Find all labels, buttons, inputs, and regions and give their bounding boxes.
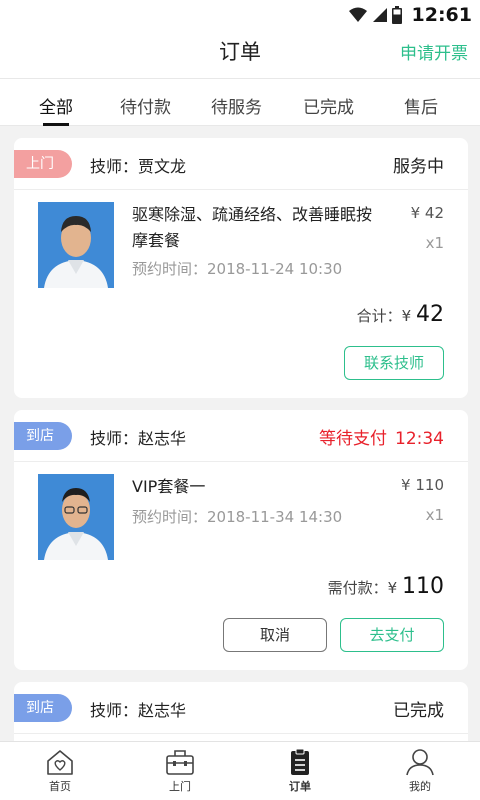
item-price: ¥ 110: [401, 476, 444, 494]
tabbar-label: 我的: [409, 780, 431, 793]
order-item[interactable]: VIP套餐一 预约时间：2018-11-34 14:30 ¥ 110 x1: [14, 462, 468, 572]
order-card-header: 到店 技师：赵志华 等待支付 12:34: [14, 410, 468, 462]
signal-icon: [372, 8, 387, 22]
order-total: 需付款：¥ 110: [328, 574, 444, 599]
item-name: VIP套餐一: [132, 477, 206, 496]
order-status: 已完成: [393, 701, 444, 721]
item-quantity: x1: [425, 234, 444, 252]
tabbar-label: 上门: [169, 780, 191, 793]
item-price: ¥ 42: [410, 204, 444, 222]
tab-completed[interactable]: 已完成: [303, 93, 354, 118]
clipboard-icon: [291, 748, 309, 775]
user-icon: [406, 749, 434, 776]
payment-countdown: 12:34: [395, 429, 444, 449]
tabbar-label: 首页: [49, 780, 71, 793]
total-amount: 110: [402, 574, 444, 599]
item-name: 驱寒除湿、疏通经络、改善睡眠按摩套餐: [132, 205, 373, 250]
pay-button[interactable]: 去支付: [340, 618, 444, 652]
appointment-time: 预约时间：2018-11-24 10:30: [132, 260, 343, 278]
tabbar-item-orders[interactable]: 订单: [270, 748, 330, 794]
status-bar: 12:61: [0, 0, 480, 30]
service-type-badge: 到店: [14, 422, 72, 450]
technician-name: 技师：赵志华: [90, 429, 187, 448]
order-card[interactable]: 上门 技师：贾文龙 服务中 驱寒除湿、疏通经络、改善睡眠按摩套餐 预约时间：20…: [14, 138, 468, 398]
order-item[interactable]: 驱寒除湿、疏通经络、改善睡眠按摩套餐 预约时间：2018-11-24 10:30…: [14, 190, 468, 300]
tabbar-item-home-service[interactable]: 上门: [150, 748, 210, 794]
technician-name: 技师：赵志华: [90, 701, 187, 720]
order-status: 服务中: [393, 157, 444, 177]
order-status: 等待支付 12:34: [319, 424, 444, 449]
tab-pending-service[interactable]: 待服务: [211, 93, 262, 118]
total-currency: ¥: [401, 307, 412, 325]
order-tabs: 全部 待付款 待服务 已完成 售后: [0, 78, 480, 126]
order-status-text: 等待支付: [319, 429, 387, 449]
order-card-header: 上门 技师：贾文龙 服务中: [14, 138, 468, 190]
wifi-icon: [348, 7, 367, 22]
tab-pending-payment[interactable]: 待付款: [120, 93, 171, 118]
technician-name: 技师：贾文龙: [90, 157, 187, 176]
active-tab-indicator: [43, 123, 69, 126]
tabbar-item-home[interactable]: 首页: [30, 748, 90, 794]
status-time: 12:61: [411, 4, 472, 26]
request-invoice-button[interactable]: 申请开票: [400, 39, 468, 64]
tab-after-sales[interactable]: 售后: [404, 93, 438, 118]
item-quantity: x1: [425, 506, 444, 524]
battery-icon: [391, 6, 402, 24]
bottom-tab-bar: 首页 上门 订单 我的: [0, 741, 480, 800]
order-card[interactable]: 到店 技师：赵志华 等待支付 12:34 VIP套餐一 预约时间：2018-11-…: [14, 410, 468, 670]
order-total: 合计：¥ 42: [357, 302, 444, 327]
tabbar-item-mine[interactable]: 我的: [390, 748, 450, 794]
service-type-badge: 到店: [14, 694, 72, 722]
total-label: 合计：: [356, 307, 402, 325]
technician-photo: [38, 474, 114, 560]
service-type-badge: 上门: [14, 150, 72, 178]
tabbar-label: 订单: [289, 780, 311, 793]
total-amount: 42: [416, 302, 444, 327]
toolbox-icon: [166, 750, 194, 775]
status-icons: 12:61: [348, 4, 472, 26]
contact-technician-button[interactable]: 联系技师: [344, 346, 444, 380]
cancel-button[interactable]: 取消: [223, 618, 327, 652]
nav-bar: 订单 申请开票: [0, 30, 480, 78]
total-label: 需付款：: [327, 579, 388, 597]
total-currency: ¥: [387, 579, 398, 597]
home-heart-icon: [47, 750, 73, 775]
tab-all[interactable]: 全部: [39, 93, 73, 118]
order-card-header: 到店 技师：赵志华 已完成: [14, 682, 468, 734]
appointment-time: 预约时间：2018-11-34 14:30: [132, 508, 343, 526]
technician-photo: [38, 202, 114, 288]
